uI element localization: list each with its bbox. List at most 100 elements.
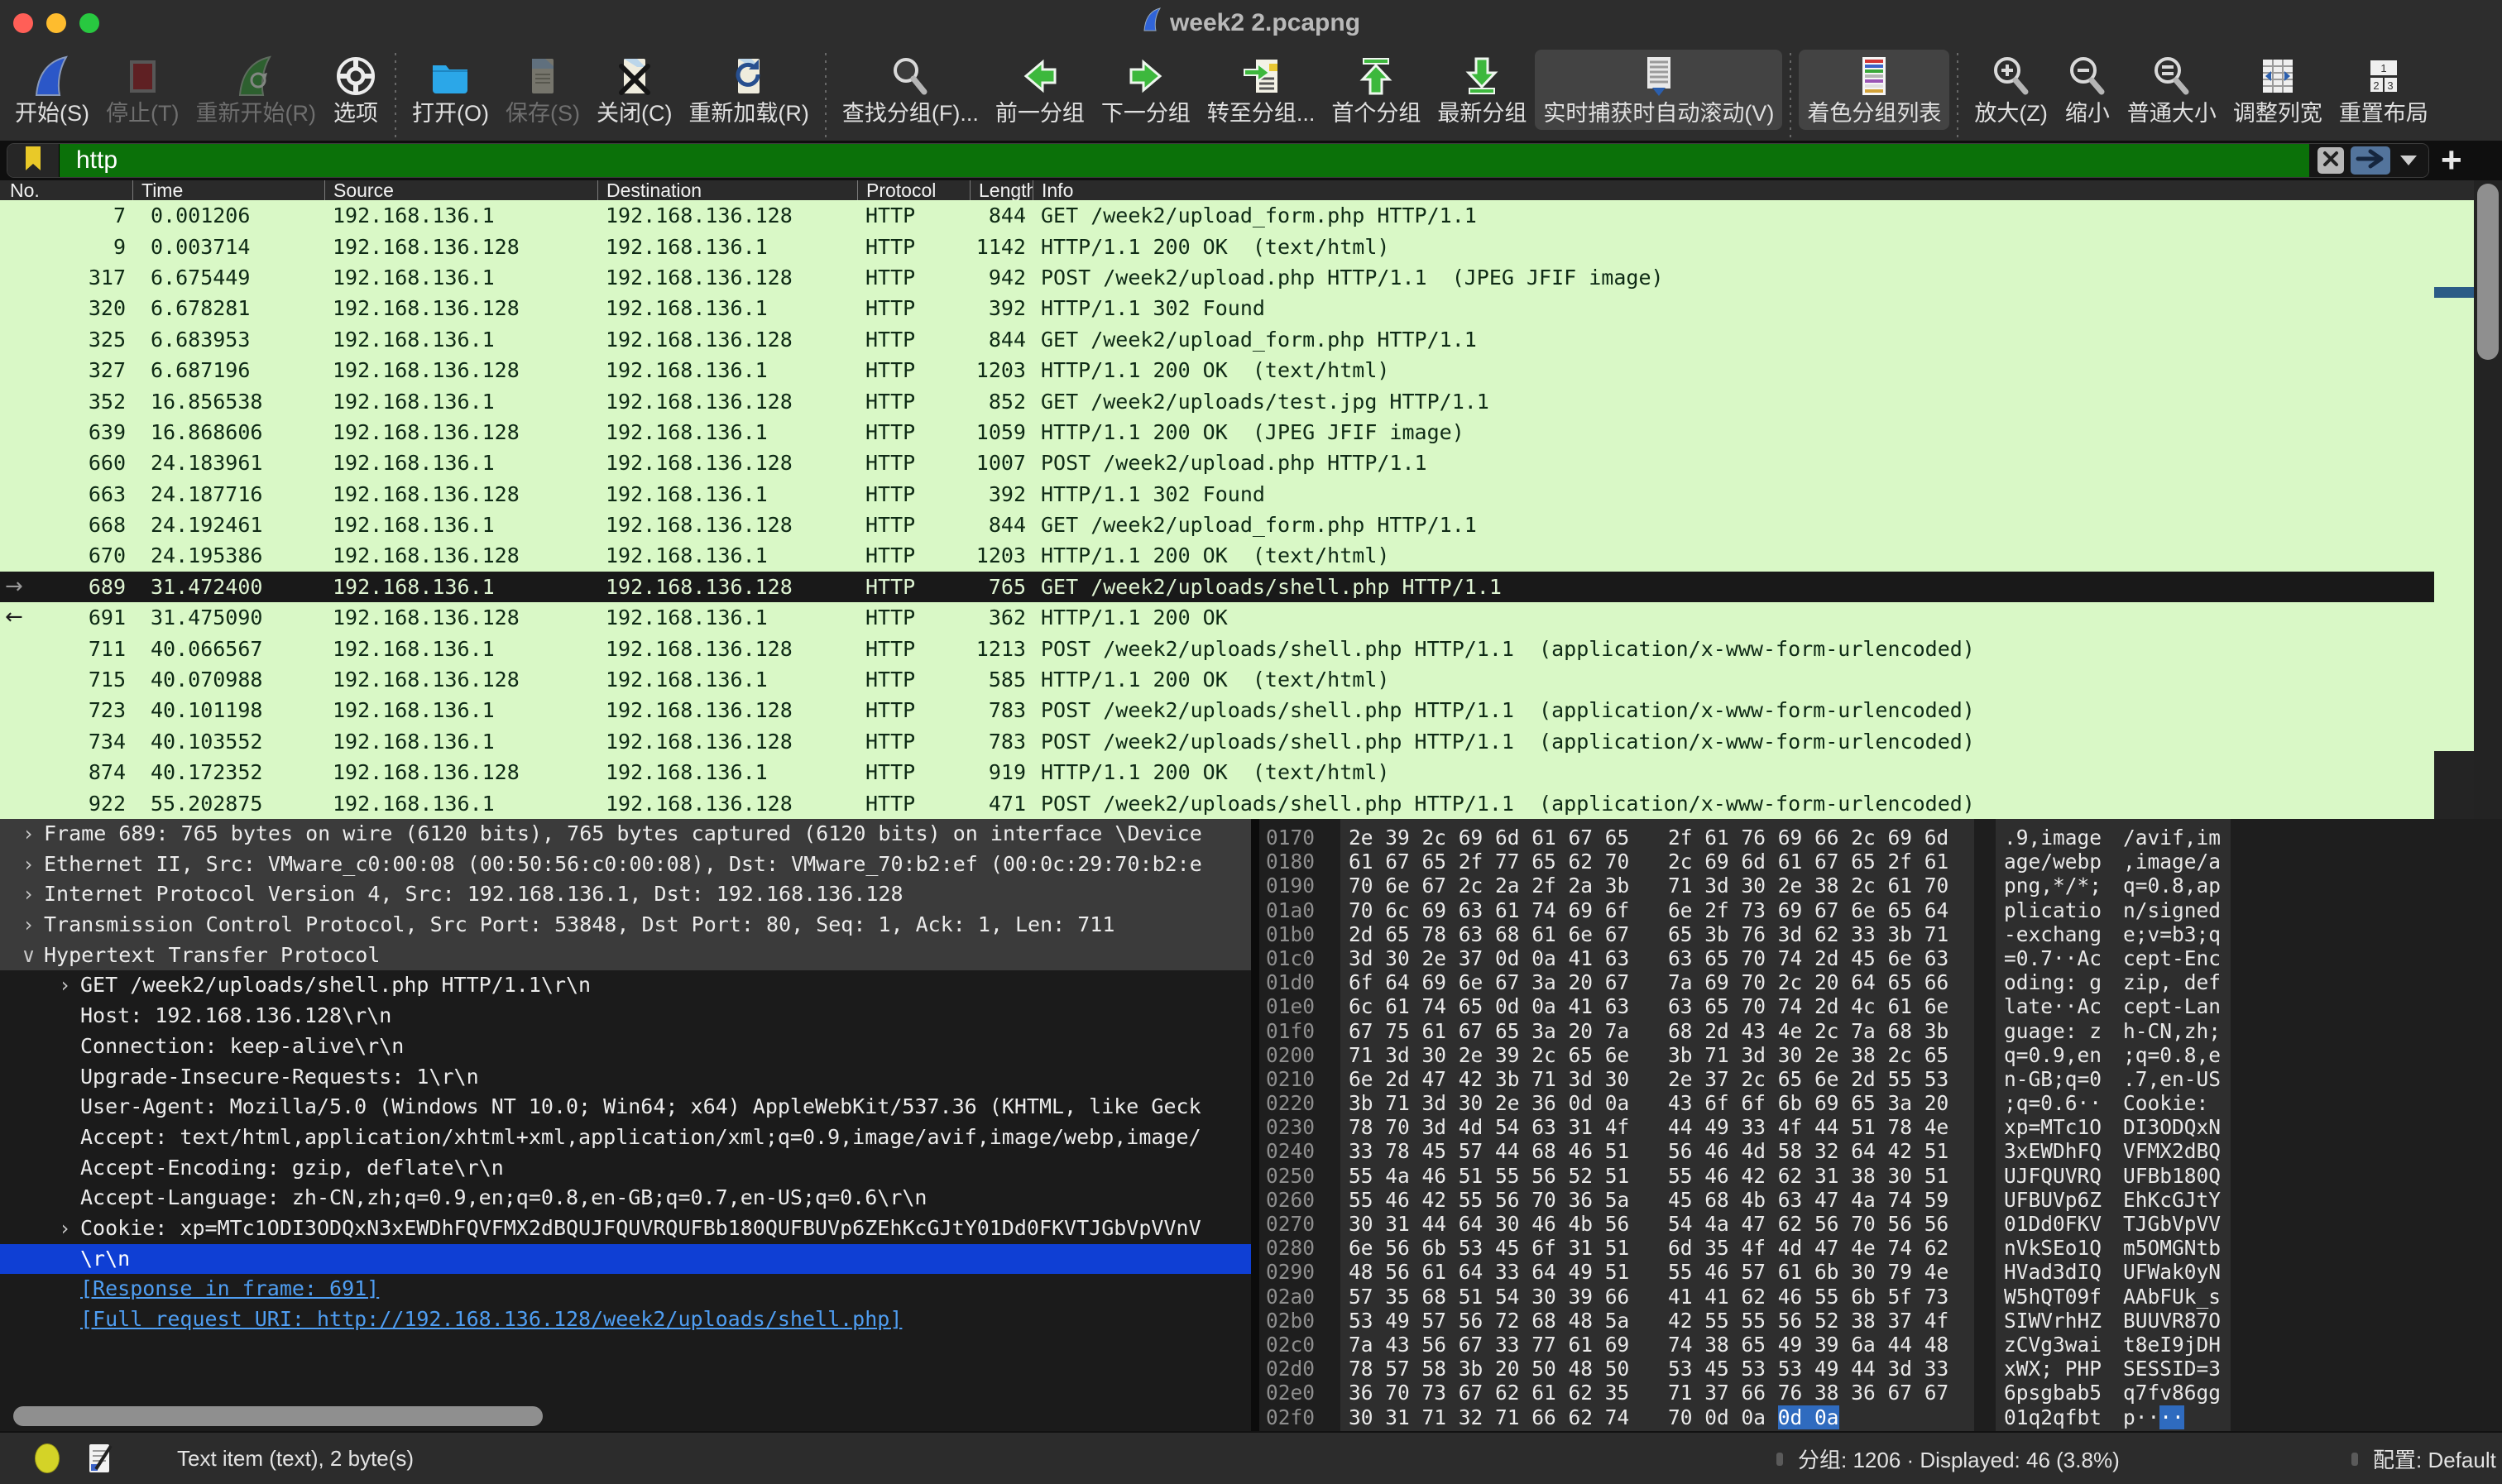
start-capture-button[interactable]: 开始(S) [7,50,98,130]
resize-columns-button[interactable]: 调整列宽 [2225,50,2331,130]
hex-row[interactable]: 01f067 75 61 67 65 3a 20 7a68 2d 43 4e 2… [1259,1019,2502,1043]
reset-layout-button[interactable]: 123重置布局 [2331,50,2437,130]
packet-row[interactable]: 71540.070988192.168.136.128192.168.136.1… [0,664,2434,695]
detail-row[interactable]: ›GET /week2/uploads/shell.php HTTP/1.1\r… [0,970,1251,1001]
filter-apply-button[interactable] [2351,146,2390,175]
zoom-out-button[interactable]: 缩小 [2056,50,2119,130]
capture-comment-icon[interactable] [88,1441,116,1482]
filter-value[interactable]: http [60,144,2309,177]
packet-row[interactable]: 70.001206192.168.136.1192.168.136.128HTT… [0,200,2434,231]
detail-row[interactable]: [Full request URI: http://192.168.136.12… [0,1304,1251,1335]
column-header-protocol[interactable]: Protocol [857,180,970,200]
last-packet-button[interactable]: 最新分组 [1429,50,1535,130]
next-packet-button[interactable]: 下一分组 [1093,50,1199,130]
expert-info-indicator-icon[interactable] [35,1443,60,1473]
hex-row[interactable]: 026055 46 42 55 56 70 36 5a45 68 4b 63 4… [1259,1188,2502,1212]
packet-list-minimap[interactable] [2434,200,2474,819]
detail-row[interactable]: ›Frame 689: 765 bytes on wire (6120 bits… [0,819,1251,850]
column-header-time[interactable]: Time [132,180,324,200]
detail-row[interactable]: Host: 192.168.136.128\r\n [0,1001,1251,1032]
hex-row[interactable]: 01a070 6c 69 63 61 74 69 6f6e 2f 73 69 6… [1259,898,2502,922]
hex-row[interactable]: 01702e 39 2c 69 6d 61 67 652f 61 76 69 6… [1259,826,2502,850]
detail-row[interactable]: Accept-Language: zh-CN,zh;q=0.9,en;q=0.8… [0,1183,1251,1214]
packet-row[interactable]: 72340.101198192.168.136.1192.168.136.128… [0,695,2434,725]
restart-capture-button[interactable]: 重新开始(R) [187,50,324,130]
find-packet-button[interactable]: 查找分组(F)... [834,50,987,130]
detail-row[interactable]: ›Internet Protocol Version 4, Src: 192.1… [0,879,1251,910]
packet-row[interactable]: 66024.183961192.168.136.1192.168.136.128… [0,448,2434,478]
hex-row[interactable]: 02106e 2d 47 42 3b 71 3d 302e 37 2c 65 6… [1259,1067,2502,1091]
hex-row[interactable]: 02806e 56 6b 53 45 6f 31 516d 35 4f 4d 4… [1259,1236,2502,1260]
detail-link[interactable]: [Response in frame: 691] [80,1276,379,1300]
expand-chevron-icon[interactable]: › [50,1214,80,1244]
collapse-chevron-icon[interactable]: ∨ [13,941,44,971]
close-window-button[interactable] [13,13,33,33]
hex-row[interactable]: 027030 31 44 64 30 46 4b 5654 4a 47 62 5… [1259,1212,2502,1236]
expand-chevron-icon[interactable]: › [13,910,44,941]
packet-row[interactable]: 3256.683953192.168.136.1192.168.136.128H… [0,324,2434,355]
detail-row[interactable]: User-Agent: Mozilla/5.0 (Windows NT 10.0… [0,1092,1251,1123]
hex-row[interactable]: 02d078 57 58 3b 20 50 48 5053 45 53 53 4… [1259,1357,2502,1381]
packet-row[interactable]: 73440.103552192.168.136.1192.168.136.128… [0,726,2434,757]
close-file-button[interactable]: 关闭(C) [588,50,680,130]
hex-row[interactable]: 02c07a 43 56 67 33 77 61 6974 38 65 49 3… [1259,1333,2502,1357]
expand-chevron-icon[interactable]: › [13,850,44,880]
packet-row[interactable]: 71140.066567192.168.136.1192.168.136.128… [0,633,2434,663]
detail-row[interactable]: ›Ethernet II, Src: VMware_c0:00:08 (00:5… [0,850,1251,880]
packet-row[interactable]: 63916.868606192.168.136.128192.168.136.1… [0,417,2434,448]
first-packet-button[interactable]: 首个分组 [1323,50,1429,130]
hex-row[interactable]: 02e036 70 73 67 62 61 62 3571 37 66 76 3… [1259,1381,2502,1405]
hex-row[interactable]: 020071 3d 30 2e 39 2c 65 6e3b 71 3d 30 2… [1259,1043,2502,1067]
detail-row[interactable]: ∨Hypertext Transfer Protocol [0,941,1251,971]
hex-row[interactable]: 023078 70 3d 4d 54 63 31 4f44 49 33 4f 4… [1259,1115,2502,1139]
packet-row[interactable]: 90.003714192.168.136.128192.168.136.1HTT… [0,231,2434,261]
filter-dropdown-chevron-icon[interactable] [2400,156,2417,165]
detail-link[interactable]: [Full request URI: http://192.168.136.12… [80,1307,902,1331]
column-header-source[interactable]: Source [324,180,597,200]
details-horizontal-scrollbar[interactable] [13,1406,543,1426]
packet-row[interactable]: 68931.472400192.168.136.1192.168.136.128… [0,572,2434,602]
packet-row[interactable]: 3276.687196192.168.136.128192.168.136.1H… [0,355,2434,385]
zoom-in-button[interactable]: 放大(Z) [1966,50,2055,130]
detail-row[interactable]: \r\n [0,1244,1251,1275]
column-header-length[interactable]: Length [970,180,1033,200]
status-profile[interactable]: 配置: Default [2373,1433,2496,1484]
packet-row[interactable]: 69131.475090192.168.136.128192.168.136.1… [0,602,2434,633]
hex-row[interactable]: 01b02d 65 78 63 68 61 6e 6765 3b 76 3d 6… [1259,922,2502,946]
hex-row[interactable]: 01c03d 30 2e 37 0d 0a 41 6363 65 70 74 2… [1259,946,2502,970]
packet-row[interactable]: 66324.187716192.168.136.128192.168.136.1… [0,479,2434,510]
stop-capture-button[interactable]: 停止(T) [98,50,187,130]
packet-row[interactable]: 92255.202875192.168.136.1192.168.136.128… [0,787,2434,818]
column-header-info[interactable]: Info [1033,180,2474,200]
reload-file-button[interactable]: 重新加载(R) [680,50,817,130]
hex-row[interactable]: 02f030 31 71 32 71 66 62 7470 0d 0a 0d 0… [1259,1405,2502,1429]
detail-row[interactable]: Connection: keep-alive\r\n [0,1032,1251,1062]
hex-row[interactable]: 02a057 35 68 51 54 30 39 6641 41 62 46 5… [1259,1285,2502,1309]
previous-packet-button[interactable]: 前一分组 [987,50,1093,130]
display-filter-input[interactable]: http [7,143,2429,178]
detail-row[interactable]: Accept-Encoding: gzip, deflate\r\n [0,1153,1251,1184]
packet-row[interactable]: 3206.678281192.168.136.128192.168.136.1H… [0,293,2434,323]
packet-row[interactable]: 3176.675449192.168.136.1192.168.136.128H… [0,262,2434,293]
hex-row[interactable]: 019070 6e 67 2c 2a 2f 2a 3b71 3d 30 2e 3… [1259,874,2502,898]
zoom-window-button[interactable] [79,13,99,33]
minimize-window-button[interactable] [46,13,66,33]
hex-row[interactable]: 024033 78 45 57 44 68 46 5156 46 4d 58 3… [1259,1139,2502,1163]
hex-row[interactable]: 029048 56 61 64 33 64 49 5155 46 57 61 6… [1259,1260,2502,1284]
colorize-button[interactable]: 着色分组列表 [1799,50,1949,130]
expand-chevron-icon[interactable]: › [50,970,80,1001]
filter-bookmark-button[interactable] [7,144,60,177]
hex-row[interactable]: 01e06c 61 74 65 0d 0a 41 6363 65 70 74 2… [1259,994,2502,1018]
detail-row[interactable]: ›Cookie: xp=MTc1ODI3ODQxN3xEWDhFQVFMX2dB… [0,1214,1251,1244]
detail-row[interactable]: ›Transmission Control Protocol, Src Port… [0,910,1251,941]
hex-row[interactable]: 02b053 49 57 56 72 68 48 5a42 55 55 56 5… [1259,1309,2502,1333]
column-header-destination[interactable]: Destination [597,180,857,200]
detail-row[interactable]: Accept: text/html,application/xhtml+xml,… [0,1123,1251,1153]
packet-row[interactable]: 87440.172352192.168.136.128192.168.136.1… [0,757,2434,787]
capture-options-button[interactable]: 选项 [324,50,387,130]
packet-row[interactable]: 35216.856538192.168.136.1192.168.136.128… [0,385,2434,416]
column-header-no[interactable]: No. [0,180,132,200]
hex-row[interactable]: 01d06f 64 69 6e 67 3a 20 677a 69 70 2c 2… [1259,970,2502,994]
expand-chevron-icon[interactable]: › [13,879,44,910]
autoscroll-button[interactable]: 实时捕获时自动滚动(V) [1535,50,1782,130]
